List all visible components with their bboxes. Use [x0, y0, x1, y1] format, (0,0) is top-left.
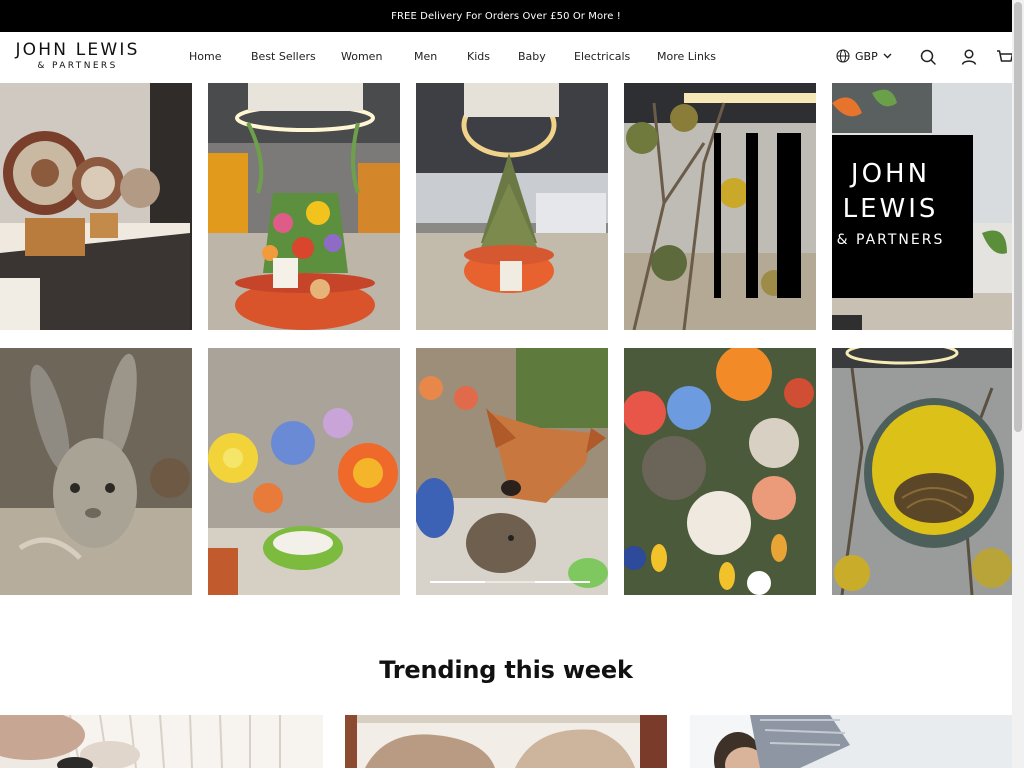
page-scrollbar[interactable]	[1012, 0, 1024, 768]
gallery-tile[interactable]: JOHN LEWIS & PARTNERS	[832, 83, 1012, 330]
announcement-text: FREE Delivery For Orders Over £50 Or Mor…	[391, 10, 621, 22]
product-card[interactable]	[0, 715, 323, 768]
gallery-tile[interactable]	[208, 348, 400, 595]
nav-women[interactable]: Women	[341, 50, 382, 63]
site-header: JOHN LEWIS & PARTNERS Home Best Sellers …	[0, 32, 1014, 84]
gallery-image	[624, 83, 816, 330]
nav-kids[interactable]: Kids	[467, 50, 490, 63]
brand-sign-line1: JOHN	[850, 159, 931, 189]
brand-sign-line3: & PARTNERS	[836, 232, 945, 248]
gallery-image	[0, 83, 192, 330]
globe-icon	[836, 49, 850, 63]
brand-sign: JOHN LEWIS & PARTNERS	[832, 135, 973, 298]
gallery-tile[interactable]	[832, 348, 1012, 595]
product-image	[345, 715, 667, 768]
slide-indicator	[430, 581, 590, 583]
account-icon[interactable]	[959, 47, 979, 67]
currency-label: GBP	[855, 49, 878, 63]
product-image	[690, 715, 1012, 768]
product-card[interactable]	[345, 715, 667, 768]
gallery-tile[interactable]	[416, 83, 608, 330]
search-icon[interactable]	[918, 47, 938, 67]
gallery-image	[416, 83, 608, 330]
brand-sign-line2: LEWIS	[842, 194, 939, 224]
product-image	[0, 715, 323, 768]
product-card[interactable]	[690, 715, 1012, 768]
nav-more-links[interactable]: More Links	[657, 50, 716, 63]
section-title: Trending this week	[379, 656, 633, 684]
brand-name: JOHN LEWIS	[15, 40, 140, 60]
gallery-image	[416, 348, 608, 595]
nav-electricals[interactable]: Electricals	[574, 50, 630, 63]
gallery-grid: JOHN LEWIS & PARTNERS	[0, 83, 1012, 595]
gallery-tile[interactable]	[208, 83, 400, 330]
currency-selector[interactable]: GBP	[836, 49, 892, 63]
brand-logo[interactable]: JOHN LEWIS & PARTNERS	[0, 41, 155, 72]
brand-sub: & PARTNERS	[37, 61, 118, 71]
gallery-tile[interactable]	[624, 83, 816, 330]
chevron-down-icon	[883, 53, 892, 59]
gallery-image	[0, 348, 192, 595]
gallery-tile[interactable]	[0, 83, 192, 330]
gallery-image	[208, 348, 400, 595]
announcement-bar: FREE Delivery For Orders Over £50 Or Mor…	[0, 0, 1012, 32]
gallery-image	[208, 83, 400, 330]
gallery-image	[624, 348, 816, 595]
nav-men[interactable]: Men	[414, 50, 437, 63]
nav-home[interactable]: Home	[189, 50, 221, 63]
scrollbar-thumb[interactable]	[1014, 2, 1022, 432]
gallery-tile[interactable]	[0, 348, 192, 595]
nav-best-sellers[interactable]: Best Sellers	[251, 50, 316, 63]
nav-baby[interactable]: Baby	[518, 50, 546, 63]
gallery-tile[interactable]	[416, 348, 608, 595]
gallery-tile[interactable]	[624, 348, 816, 595]
gallery-image	[832, 348, 1012, 595]
